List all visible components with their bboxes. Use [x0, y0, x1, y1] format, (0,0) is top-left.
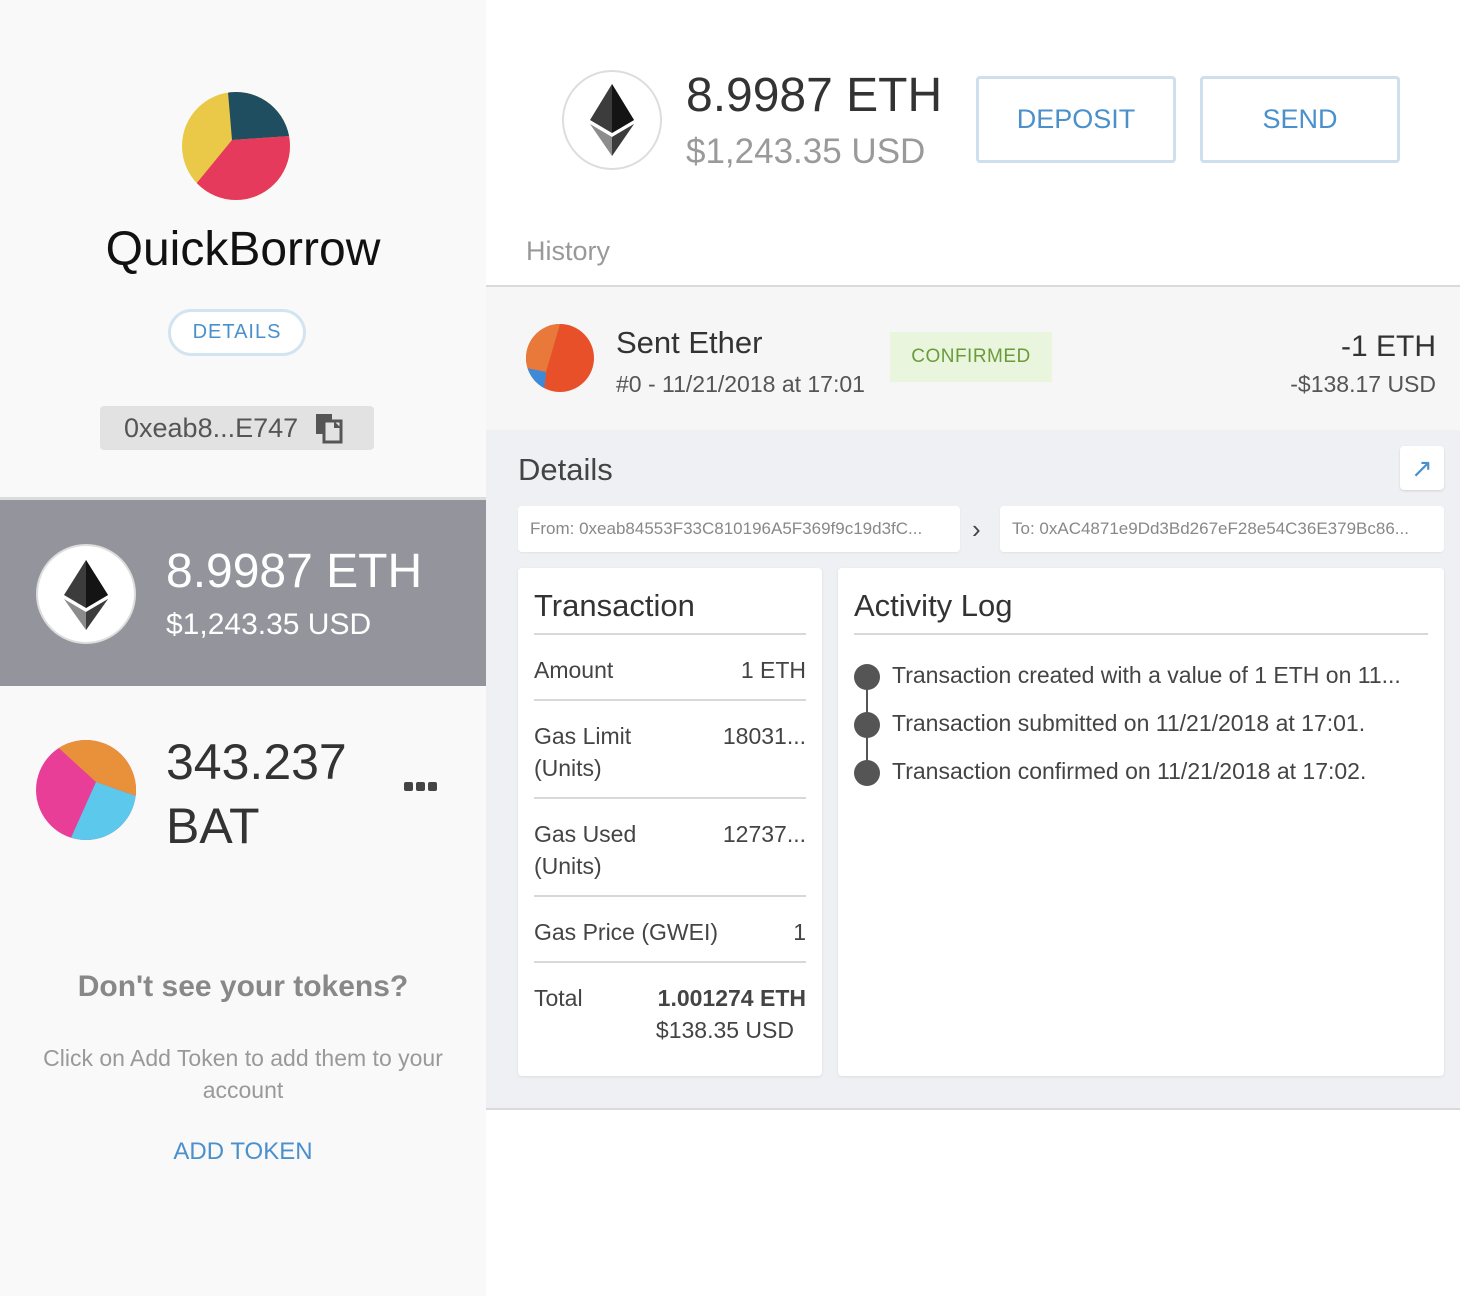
empty-state-body: Click on Add Token to add them to your a… — [43, 1045, 443, 1103]
empty-state-title: Don't see your tokens? — [77, 970, 409, 1003]
main-content: 8.9987 ETH $1,243.35 USD DEPOSIT SEND Hi… — [486, 0, 1460, 1296]
timeline-dot-icon — [854, 712, 880, 738]
activity-text: Transaction confirmed on 11/21/2018 at 1… — [892, 758, 1367, 784]
from-address: From: 0xeab84553F33C810196A5F369f9c19d3f… — [518, 506, 960, 552]
sidebar: QuickBorrow DETAILS 0xeab8...E747 8.9987… — [0, 0, 486, 1296]
timeline-dot-icon — [854, 664, 880, 690]
token-balance: 8.9987 ETH — [166, 545, 423, 598]
amount-value: 1 ETH — [740, 657, 806, 683]
gas-used-label: Gas Used (Units) — [534, 821, 637, 879]
account-address: 0xeab8...E747 — [124, 412, 299, 443]
send-button[interactable]: SEND — [1200, 76, 1400, 163]
account-name: QuickBorrow — [105, 223, 381, 276]
token-usd-value: $1,243.35 USD — [166, 608, 372, 641]
divider — [854, 633, 1428, 635]
status-badge: CONFIRMED — [890, 332, 1052, 382]
activity-log-card: Activity Log Transaction created with a … — [838, 568, 1444, 1076]
activity-log-item: Transaction submitted on 11/21/2018 at 1… — [854, 702, 1434, 750]
token-row-eth[interactable]: 8.9987 ETH $1,243.35 USD — [0, 500, 486, 686]
divider — [534, 633, 806, 635]
add-token-button[interactable]: ADD TOKEN — [0, 1138, 486, 1166]
divider — [534, 961, 806, 963]
bat-token-icon — [36, 740, 136, 840]
divider — [534, 699, 806, 701]
gas-price-value: 1 — [793, 919, 806, 945]
details-panel: Details ↗ From: 0xeab84553F33C810196A5F3… — [486, 430, 1460, 1108]
details-title: Details — [518, 452, 613, 487]
ethereum-icon — [36, 544, 136, 644]
history-heading: History — [526, 236, 611, 266]
divider — [534, 895, 806, 897]
activity-log-title: Activity Log — [854, 588, 1013, 623]
transaction-card: Transaction Amount 1 ETH Gas Limit (Unit… — [518, 568, 822, 1076]
gas-used-value: 12737... — [722, 821, 806, 847]
transaction-subtitle: #0 - 11/21/2018 at 17:01 — [616, 371, 865, 397]
total-label: Total — [534, 985, 583, 1011]
activity-text: Transaction created with a value of 1 ET… — [892, 662, 1401, 688]
total-usd: $138.35 USD — [655, 1017, 794, 1043]
address-copy-pill[interactable]: 0xeab8...E747 — [100, 406, 374, 450]
timeline-dot-icon — [854, 760, 880, 786]
transaction-title: Sent Ether — [616, 325, 763, 360]
chevron-right-icon: › — [972, 514, 981, 544]
header-usd-value: $1,243.35 USD — [686, 132, 926, 171]
gas-price-label: Gas Price (GWEI) — [534, 919, 719, 945]
account-details-button[interactable]: DETAILS — [168, 309, 306, 356]
ethereum-icon — [562, 70, 662, 170]
token-row-bat[interactable]: 343.237 BAT — [0, 686, 486, 886]
activity-log-item: Transaction created with a value of 1 ET… — [854, 654, 1434, 702]
transaction-row[interactable]: Sent Ether #0 - 11/21/2018 at 17:01 CONF… — [486, 287, 1460, 430]
panel-bottom-divider — [486, 1108, 1460, 1110]
transaction-amount: -1 ETH — [1340, 330, 1436, 363]
total-eth: 1.001274 ETH — [657, 985, 806, 1011]
transaction-avatar — [526, 324, 594, 392]
gas-limit-label: Gas Limit (Units) — [534, 723, 632, 781]
transaction-amount-usd: -$138.17 USD — [1290, 371, 1436, 397]
to-address: To: 0xAC4871e9Dd3Bd267eF28e54C36E379Bc86… — [1000, 506, 1444, 552]
gas-limit-value: 18031... — [722, 723, 806, 749]
more-options-icon[interactable] — [404, 782, 437, 791]
token-balance: 343.237 BAT — [166, 734, 347, 854]
activity-log-item: Transaction confirmed on 11/21/2018 at 1… — [854, 750, 1434, 798]
external-link-icon[interactable]: ↗ — [1400, 446, 1444, 490]
divider — [534, 797, 806, 799]
activity-text: Transaction submitted on 11/21/2018 at 1… — [892, 710, 1366, 736]
transaction-card-title: Transaction — [534, 588, 695, 623]
header-balance: 8.9987 ETH — [686, 69, 943, 122]
amount-label: Amount — [534, 657, 614, 683]
account-avatar — [182, 92, 290, 200]
copy-icon[interactable] — [314, 412, 344, 444]
deposit-button[interactable]: DEPOSIT — [976, 76, 1176, 163]
